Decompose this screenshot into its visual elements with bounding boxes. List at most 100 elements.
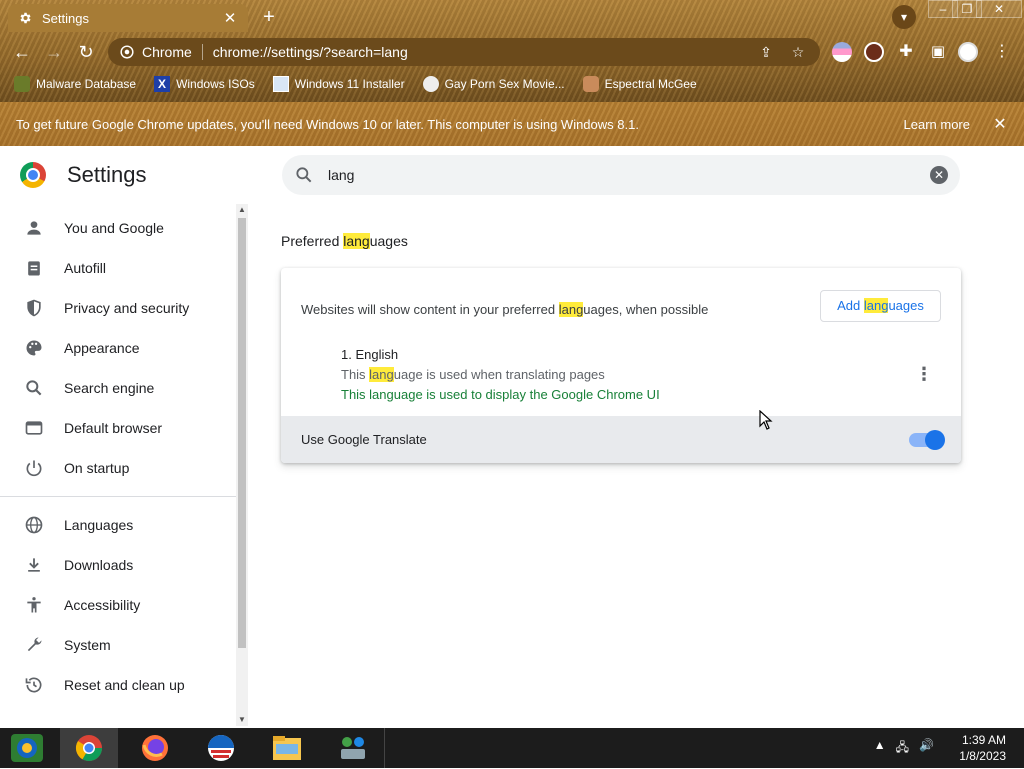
page-title: Settings [67,162,147,187]
clear-search-icon[interactable]: ✕ [930,166,948,184]
extensions-puzzle-icon[interactable]: ✚ [894,40,918,64]
infobar-message: To get future Google Chrome updates, you… [16,116,639,132]
volume-icon[interactable]: 🔊 [919,738,934,759]
translate-toggle[interactable] [909,430,945,450]
close-tab-icon[interactable]: ✕ [222,9,238,27]
tab-settings[interactable]: Settings ✕ [8,4,248,32]
settings-sidebar: You and Google Autofill Privacy and secu… [0,208,236,728]
sidebar-item-languages[interactable]: Languages [0,505,236,545]
site-label: Chrome [142,44,192,60]
side-panel-icon[interactable]: ▣ [926,40,950,64]
round-logo-icon [208,735,234,761]
learn-more-link[interactable]: Learn more [904,117,970,132]
taskbar-app-3[interactable] [192,728,250,768]
sidebar-item-privacy-and-security[interactable]: Privacy and security [0,288,236,328]
new-tab-button[interactable]: + [258,6,280,28]
folder-icon [273,736,301,760]
preferred-languages-heading: Preferred languages [281,233,408,249]
taskbar: ▲ 🖧 🔊 1:39 AM 1/8/2023 [0,728,1024,768]
sidebar-item-appearance[interactable]: Appearance [0,328,236,368]
firefox-icon [142,735,168,761]
settings-search-box[interactable]: lang ✕ [282,155,960,195]
wrench-icon [27,637,42,652]
search-icon [26,380,42,396]
close-infobar-icon[interactable]: ✕ [992,114,1008,134]
network-icon[interactable]: 🖧 [896,738,909,759]
browser-icon [25,421,43,435]
add-languages-button[interactable]: Add languages [820,290,941,322]
scroll-up-arrow-icon[interactable]: ▲ [236,204,248,216]
clock-time: 1:39 AM [961,733,1006,747]
clipboard-icon [28,261,40,276]
taskbar-firefox[interactable] [126,728,184,768]
bookmarks-bar: Malware Database X Windows ISOs Windows … [0,72,1024,96]
sidebar-item-accessibility[interactable]: Accessibility [0,585,236,625]
chrome-icon [120,45,134,59]
language-translate-note: This language is used when translating p… [341,367,605,382]
languages-description: Websites will show content in your prefe… [301,302,709,317]
sidebar-item-you-and-google[interactable]: You and Google [0,208,236,248]
search-icon [296,167,312,183]
sidebar-item-downloads[interactable]: Downloads [0,545,236,585]
sidebar-item-system[interactable]: System [0,625,236,665]
taskbar-file-explorer[interactable] [258,728,316,768]
translate-label: Use Google Translate [301,432,427,447]
shield-icon [27,299,41,317]
update-infobar: To get future Google Chrome updates, you… [0,102,1024,146]
power-icon [26,460,42,477]
scroll-down-arrow-icon[interactable]: ▼ [236,714,248,726]
site-info[interactable]: Chrome [120,44,203,60]
gear-icon [20,12,31,24]
close-window-button[interactable]: ✕ [976,0,1022,18]
reload-button[interactable]: ↻ [74,40,98,64]
bookmark-windows-11-installer[interactable]: Windows 11 Installer [272,76,405,92]
taskbar-separator [384,728,385,768]
url-text[interactable]: chrome://settings/?search=lang [213,44,744,60]
taskbar-clock[interactable]: 1:39 AM 1/8/2023 [959,732,1006,764]
people-network-icon [341,737,365,759]
chrome-icon [75,735,103,762]
kebab-menu-icon[interactable]: ⋮ [990,40,1014,64]
start-button[interactable] [8,732,46,764]
profile-avatar-icon[interactable] [958,42,978,62]
start-orb-icon [11,734,43,762]
extension-avatar-icon[interactable] [864,42,884,62]
x-logo-icon: X [154,76,171,92]
forward-button[interactable]: → [42,40,66,64]
settings-page: Settings lang ✕ You and Google Autofill … [0,146,1024,728]
tray-expand-icon[interactable]: ▲ [874,738,886,759]
toggle-knob [925,430,945,450]
share-icon[interactable]: ⇪ [756,42,776,62]
sidebar-item-search-engine[interactable]: Search engine [0,368,236,408]
language-ui-note: This language is used to display the Goo… [341,387,660,402]
tab-search-button[interactable]: ▾ [892,5,916,29]
film-icon [422,76,439,92]
image-icon [272,76,289,92]
leaf-icon [14,76,30,92]
system-tray: ▲ 🖧 🔊 [874,738,934,759]
bookmark-windows-isos[interactable]: X Windows ISOs [154,76,255,92]
sidebar-item-reset-and-clean-up[interactable]: Reset and clean up [0,665,236,705]
bookmark-espectral-mcgee[interactable]: Espectral McGee [582,76,697,92]
back-button[interactable]: ← [10,40,34,64]
sidebar-item-default-browser[interactable]: Default browser [0,408,236,448]
google-translate-row[interactable]: Use Google Translate [281,416,961,463]
download-icon [28,558,40,572]
character-icon [582,76,599,92]
sidebar-item-autofill[interactable]: Autofill [0,248,236,288]
more-actions-icon[interactable]: ⋮ [915,364,933,384]
bookmark-malware-database[interactable]: Malware Database [14,76,136,92]
history-icon [25,677,42,693]
taskbar-network-app[interactable] [324,728,382,768]
scrollbar-thumb[interactable] [238,218,246,648]
extension-flag-icon[interactable] [832,42,852,62]
sidebar-item-on-startup[interactable]: On startup [0,448,236,488]
sidebar-scrollbar[interactable]: ▲ ▼ [236,204,248,726]
sidebar-divider [0,496,236,497]
star-icon[interactable]: ☆ [788,42,808,62]
palette-icon [26,340,42,356]
taskbar-chrome[interactable] [60,728,118,768]
bookmark-4[interactable]: Gay Porn Sex Movie... [422,76,565,92]
address-bar[interactable]: Chrome chrome://settings/?search=lang ⇪ … [108,38,820,66]
search-input[interactable]: lang [328,167,930,183]
